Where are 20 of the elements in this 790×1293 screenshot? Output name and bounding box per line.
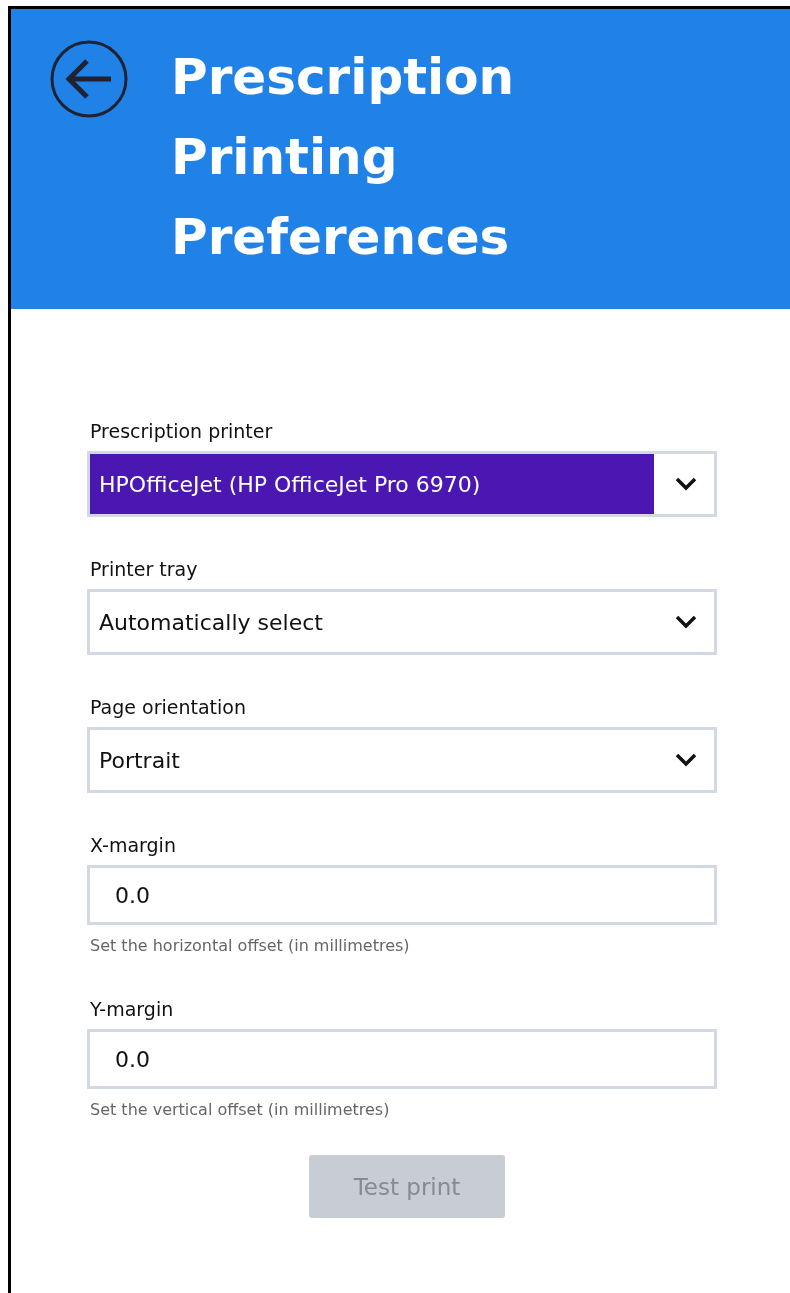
- field-hint: Set the horizontal offset (in millimetres): [90, 935, 411, 957]
- back-button[interactable]: [49, 39, 129, 119]
- field-label: X-margin: [90, 833, 177, 857]
- field-label: Y-margin: [90, 997, 175, 1021]
- dropdown[interactable]: HPOfficeJet (HP OfficeJet Pro 6970): [87, 451, 717, 517]
- dropdown-value: Automatically select: [98, 608, 324, 637]
- input-field[interactable]: 0.0: [87, 1029, 717, 1089]
- page-title: Prescription Printing Preferences: [171, 47, 516, 268]
- field-label: Page orientation: [90, 695, 247, 719]
- chevron-down-icon: [674, 476, 698, 492]
- field-label: Prescription printer: [90, 419, 274, 443]
- dropdown-value: Portrait: [98, 746, 181, 775]
- input-field[interactable]: 0.0: [87, 865, 717, 925]
- field-hint: Set the vertical offset (in millimetres): [90, 1099, 391, 1121]
- chevron-down-icon: [674, 614, 698, 630]
- chevron-down-icon: [674, 752, 698, 768]
- dropdown[interactable]: Portrait: [87, 727, 717, 793]
- dropdown[interactable]: Automatically select: [87, 589, 717, 655]
- dropdown-value: HPOfficeJet (HP OfficeJet Pro 6970): [90, 454, 654, 514]
- field-label: Printer tray: [90, 557, 199, 581]
